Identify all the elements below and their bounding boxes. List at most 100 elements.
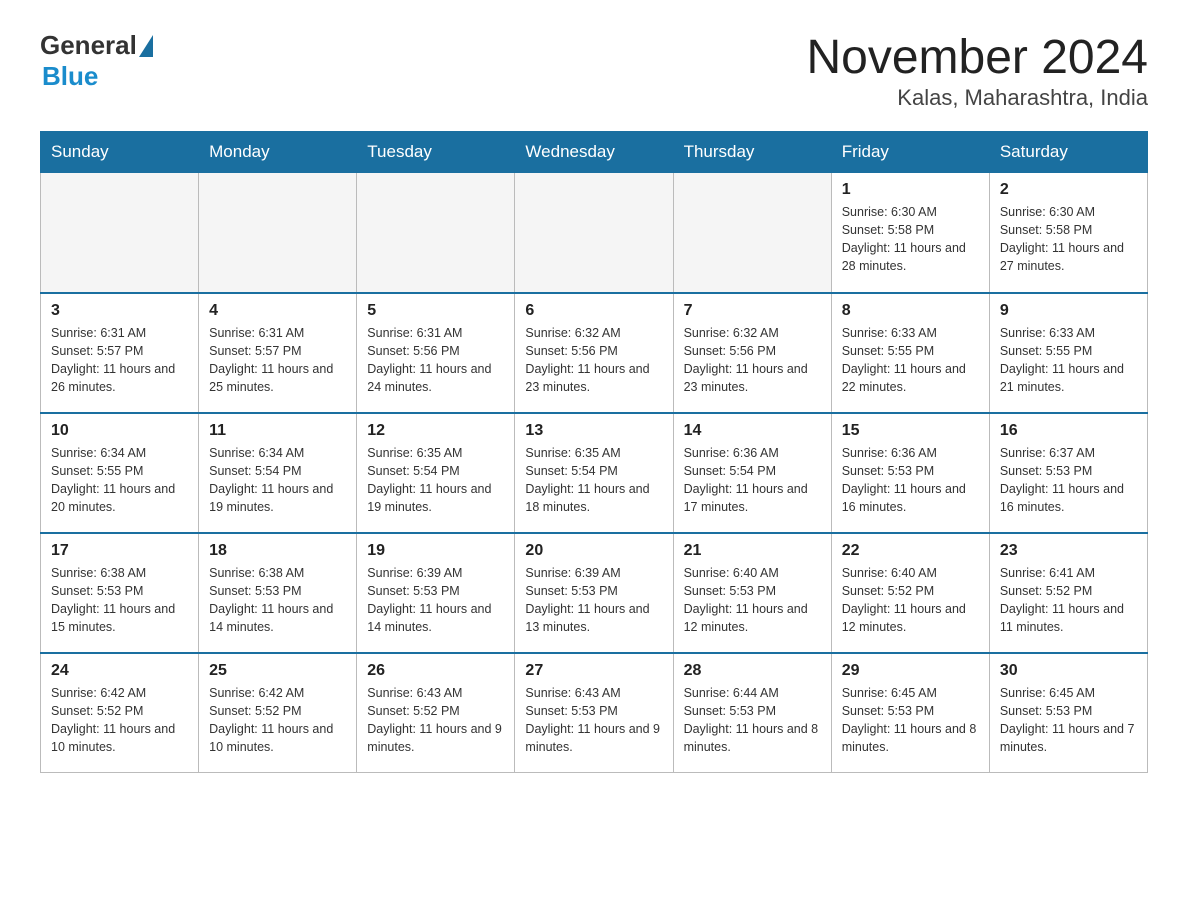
day-number: 10	[51, 422, 188, 440]
day-info: Sunrise: 6:38 AMSunset: 5:53 PMDaylight:…	[209, 564, 346, 637]
day-number: 12	[367, 422, 504, 440]
table-row	[515, 173, 673, 293]
table-row: 21 Sunrise: 6:40 AMSunset: 5:53 PMDayligh…	[673, 533, 831, 653]
table-row	[199, 173, 357, 293]
col-friday: Friday	[831, 132, 989, 173]
day-number: 5	[367, 302, 504, 320]
day-number: 23	[1000, 542, 1137, 560]
day-number: 9	[1000, 302, 1137, 320]
day-info: Sunrise: 6:35 AMSunset: 5:54 PMDaylight:…	[525, 444, 662, 517]
logo: General Blue	[40, 30, 155, 92]
table-row: 7 Sunrise: 6:32 AMSunset: 5:56 PMDaylight…	[673, 293, 831, 413]
page-title: November 2024	[806, 30, 1148, 85]
day-info: Sunrise: 6:44 AMSunset: 5:53 PMDaylight:…	[684, 684, 821, 757]
col-sunday: Sunday	[41, 132, 199, 173]
table-row	[41, 173, 199, 293]
day-info: Sunrise: 6:40 AMSunset: 5:52 PMDaylight:…	[842, 564, 979, 637]
calendar-week-row: 10 Sunrise: 6:34 AMSunset: 5:55 PMDayligh…	[41, 413, 1148, 533]
calendar-week-row: 17 Sunrise: 6:38 AMSunset: 5:53 PMDayligh…	[41, 533, 1148, 653]
day-info: Sunrise: 6:33 AMSunset: 5:55 PMDaylight:…	[842, 324, 979, 397]
day-number: 13	[525, 422, 662, 440]
calendar-header-row: Sunday Monday Tuesday Wednesday Thursday…	[41, 132, 1148, 173]
col-thursday: Thursday	[673, 132, 831, 173]
col-wednesday: Wednesday	[515, 132, 673, 173]
day-info: Sunrise: 6:32 AMSunset: 5:56 PMDaylight:…	[684, 324, 821, 397]
day-info: Sunrise: 6:35 AMSunset: 5:54 PMDaylight:…	[367, 444, 504, 517]
day-info: Sunrise: 6:45 AMSunset: 5:53 PMDaylight:…	[842, 684, 979, 757]
calendar-week-row: 3 Sunrise: 6:31 AMSunset: 5:57 PMDaylight…	[41, 293, 1148, 413]
day-info: Sunrise: 6:34 AMSunset: 5:54 PMDaylight:…	[209, 444, 346, 517]
day-info: Sunrise: 6:30 AMSunset: 5:58 PMDaylight:…	[842, 203, 979, 276]
day-number: 25	[209, 662, 346, 680]
day-info: Sunrise: 6:43 AMSunset: 5:52 PMDaylight:…	[367, 684, 504, 757]
table-row: 25Sunrise: 6:42 AMSunset: 5:52 PMDayligh…	[199, 653, 357, 773]
table-row: 26 Sunrise: 6:43 AMSunset: 5:52 PMDayligh…	[357, 653, 515, 773]
day-info: Sunrise: 6:36 AMSunset: 5:54 PMDaylight:…	[684, 444, 821, 517]
day-number: 21	[684, 542, 821, 560]
day-number: 11	[209, 422, 346, 440]
table-row: 28Sunrise: 6:44 AMSunset: 5:53 PMDayligh…	[673, 653, 831, 773]
day-info: Sunrise: 6:39 AMSunset: 5:53 PMDaylight:…	[525, 564, 662, 637]
day-number: 20	[525, 542, 662, 560]
day-number: 19	[367, 542, 504, 560]
table-row: 24 Sunrise: 6:42 AMSunset: 5:52 PMDayligh…	[41, 653, 199, 773]
day-info: Sunrise: 6:31 AMSunset: 5:57 PMDaylight:…	[209, 324, 346, 397]
calendar-table: Sunday Monday Tuesday Wednesday Thursday…	[40, 131, 1148, 773]
table-row: 14 Sunrise: 6:36 AMSunset: 5:54 PMDayligh…	[673, 413, 831, 533]
day-info: Sunrise: 6:34 AMSunset: 5:55 PMDaylight:…	[51, 444, 188, 517]
table-row: 1 Sunrise: 6:30 AMSunset: 5:58 PMDaylight…	[831, 173, 989, 293]
table-row: 12 Sunrise: 6:35 AMSunset: 5:54 PMDayligh…	[357, 413, 515, 533]
day-number: 22	[842, 542, 979, 560]
day-info: Sunrise: 6:33 AMSunset: 5:55 PMDaylight:…	[1000, 324, 1137, 397]
day-number: 15	[842, 422, 979, 440]
table-row: 3Sunrise: 6:31 AMSunset: 5:57 PMDaylight…	[41, 293, 199, 413]
table-row: 23 Sunrise: 6:41 AMSunset: 5:52 PMDayligh…	[989, 533, 1147, 653]
col-tuesday: Tuesday	[357, 132, 515, 173]
day-info: Sunrise: 6:38 AMSunset: 5:53 PMDaylight:…	[51, 564, 188, 637]
day-number: 26	[367, 662, 504, 680]
title-block: November 2024 Kalas, Maharashtra, India	[806, 30, 1148, 111]
table-row: 29 Sunrise: 6:45 AMSunset: 5:53 PMDayligh…	[831, 653, 989, 773]
day-number: 30	[1000, 662, 1137, 680]
table-row: 8Sunrise: 6:33 AMSunset: 5:55 PMDaylight…	[831, 293, 989, 413]
day-number: 14	[684, 422, 821, 440]
table-row: 20 Sunrise: 6:39 AMSunset: 5:53 PMDayligh…	[515, 533, 673, 653]
col-monday: Monday	[199, 132, 357, 173]
day-info: Sunrise: 6:42 AMSunset: 5:52 PMDaylight:…	[51, 684, 188, 757]
logo-general: General	[40, 30, 137, 61]
day-number: 18	[209, 542, 346, 560]
day-number: 6	[525, 302, 662, 320]
table-row: 17 Sunrise: 6:38 AMSunset: 5:53 PMDayligh…	[41, 533, 199, 653]
day-number: 4	[209, 302, 346, 320]
day-info: Sunrise: 6:31 AMSunset: 5:56 PMDaylight:…	[367, 324, 504, 397]
calendar-week-row: 24 Sunrise: 6:42 AMSunset: 5:52 PMDayligh…	[41, 653, 1148, 773]
day-info: Sunrise: 6:40 AMSunset: 5:53 PMDaylight:…	[684, 564, 821, 637]
day-number: 2	[1000, 181, 1137, 199]
logo-blue: Blue	[42, 61, 98, 92]
day-number: 17	[51, 542, 188, 560]
page-header: General Blue November 2024 Kalas, Mahara…	[40, 30, 1148, 111]
table-row: 5 Sunrise: 6:31 AMSunset: 5:56 PMDaylight…	[357, 293, 515, 413]
day-number: 24	[51, 662, 188, 680]
day-info: Sunrise: 6:37 AMSunset: 5:53 PMDaylight:…	[1000, 444, 1137, 517]
table-row: 18 Sunrise: 6:38 AMSunset: 5:53 PMDayligh…	[199, 533, 357, 653]
day-number: 27	[525, 662, 662, 680]
day-info: Sunrise: 6:30 AMSunset: 5:58 PMDaylight:…	[1000, 203, 1137, 276]
day-info: Sunrise: 6:41 AMSunset: 5:52 PMDaylight:…	[1000, 564, 1137, 637]
day-info: Sunrise: 6:32 AMSunset: 5:56 PMDaylight:…	[525, 324, 662, 397]
day-number: 7	[684, 302, 821, 320]
logo-triangle-icon	[139, 35, 153, 57]
day-number: 29	[842, 662, 979, 680]
col-saturday: Saturday	[989, 132, 1147, 173]
day-number: 3	[51, 302, 188, 320]
day-number: 1	[842, 181, 979, 199]
day-info: Sunrise: 6:45 AMSunset: 5:53 PMDaylight:…	[1000, 684, 1137, 757]
table-row	[673, 173, 831, 293]
table-row: 4 Sunrise: 6:31 AMSunset: 5:57 PMDaylight…	[199, 293, 357, 413]
table-row: 2 Sunrise: 6:30 AMSunset: 5:58 PMDaylight…	[989, 173, 1147, 293]
day-info: Sunrise: 6:39 AMSunset: 5:53 PMDaylight:…	[367, 564, 504, 637]
table-row: 15 Sunrise: 6:36 AMSunset: 5:53 PMDayligh…	[831, 413, 989, 533]
table-row	[357, 173, 515, 293]
table-row: 6 Sunrise: 6:32 AMSunset: 5:56 PMDaylight…	[515, 293, 673, 413]
day-info: Sunrise: 6:36 AMSunset: 5:53 PMDaylight:…	[842, 444, 979, 517]
